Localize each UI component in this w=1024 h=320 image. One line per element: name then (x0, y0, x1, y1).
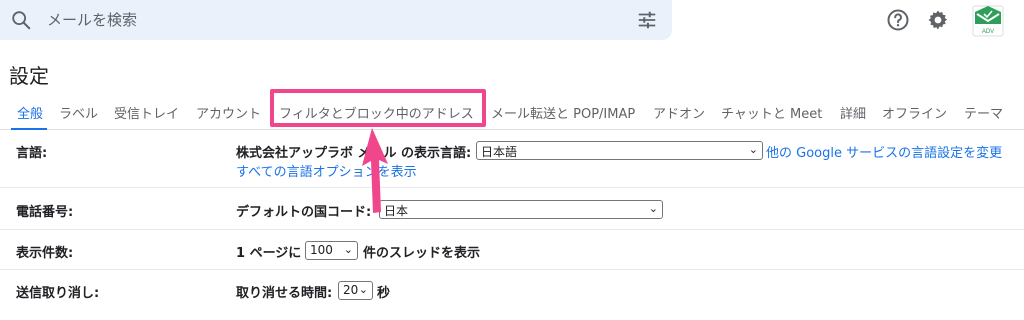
chevron-down-icon: ⌄ (343, 243, 353, 256)
tab-offline[interactable]: オフライン (882, 103, 947, 122)
settings-tabs: 全般 ラベル 受信トレイ アカウント フィルタとブロック中のアドレス メール転送… (0, 96, 1024, 130)
phone-row: 電話番号: デフォルトの国コード: 日本 ⌄ (0, 188, 1024, 230)
undo-send-prefix: 取り消せる時間: (236, 286, 333, 301)
tab-themes[interactable]: テーマ (964, 103, 1003, 122)
undo-send-label: 送信取り消し: (16, 286, 100, 301)
page-size-suffix: 件のスレッドを表示 (363, 246, 481, 261)
phone-label: 電話番号: (16, 205, 74, 220)
search-bar[interactable]: メールを検索 (0, 0, 672, 40)
tab-addons[interactable]: アドオン (653, 103, 705, 122)
gear-icon[interactable] (926, 8, 950, 32)
chevron-down-icon: ⌄ (748, 143, 758, 156)
undo-send-select[interactable]: 20 ⌄ (338, 281, 373, 300)
highlight-box (270, 89, 486, 127)
search-icon[interactable] (10, 9, 32, 31)
annotation-arrow-icon (362, 128, 388, 213)
display-language-value: 日本語 (481, 145, 518, 159)
display-language-select[interactable]: 日本語 ⌄ (476, 141, 763, 160)
tab-general[interactable]: 全般 (17, 103, 43, 122)
other-google-language-link[interactable]: 他の Google サービスの言語設定を変更 (766, 142, 1002, 161)
tab-advanced[interactable]: 詳細 (840, 103, 866, 122)
undo-send-suffix: 秒 (377, 286, 391, 301)
undo-send-row: 送信取り消し: 取り消せる時間: 20 ⌄ 秒 (0, 270, 1024, 310)
tab-inbox[interactable]: 受信トレイ (114, 103, 179, 122)
tab-labels[interactable]: ラベル (59, 103, 98, 122)
chevron-down-icon: ⌄ (358, 283, 368, 296)
language-row: 言語: 株式会社アップラボ メール の表示言語: 日本語 ⌄ 他の Google… (0, 130, 1024, 188)
search-input[interactable]: メールを検索 (47, 9, 137, 30)
tab-chat-meet[interactable]: チャットと Meet (721, 103, 822, 122)
page-size-row: 表示件数: 1 ページに 100 ⌄ 件のスレッドを表示 (0, 230, 1024, 270)
language-label: 言語: (16, 146, 48, 161)
avatar[interactable]: ADV (971, 2, 1005, 38)
help-icon[interactable] (886, 8, 910, 32)
avatar-text: ADV (982, 29, 994, 35)
page-size-prefix: 1 ページに (236, 246, 302, 261)
country-code-select[interactable]: 日本 ⌄ (379, 200, 663, 219)
page-size-select[interactable]: 100 ⌄ (305, 241, 358, 260)
page-size-value: 100 (310, 243, 333, 257)
tab-forwarding[interactable]: メール転送と POP/IMAP (491, 103, 635, 122)
page-size-label: 表示件数: (16, 246, 74, 261)
tab-accounts[interactable]: アカウント (196, 103, 261, 122)
page-title: 設定 (9, 64, 49, 88)
tune-icon[interactable] (636, 9, 658, 31)
chevron-down-icon: ⌄ (648, 202, 658, 215)
undo-send-value: 20 (343, 283, 359, 297)
